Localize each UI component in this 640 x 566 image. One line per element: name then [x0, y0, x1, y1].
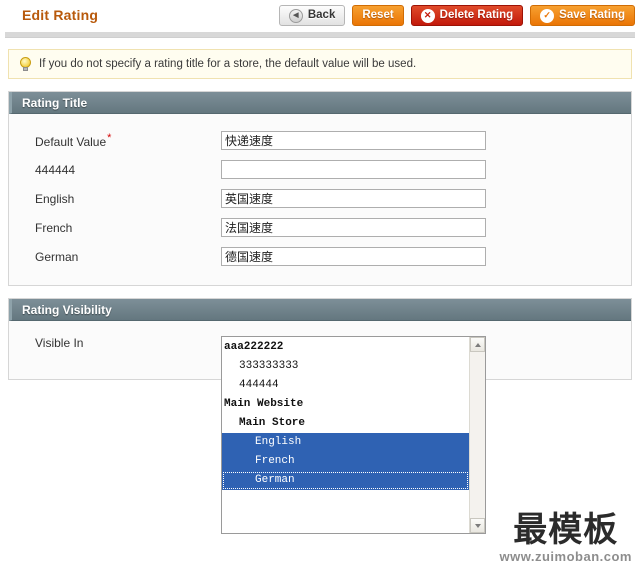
delete-rating-button-label: Delete Rating [439, 8, 514, 21]
watermark: 最模板 www.zuimoban.com [500, 513, 632, 564]
page-header: Edit Rating ◀ Back Reset ✕ Delete Rating… [0, 0, 640, 32]
label-default-value: Default Value* [9, 132, 221, 149]
rating-title-section-label: Rating Title [22, 95, 88, 110]
english-input[interactable] [221, 189, 486, 208]
form-row-french: French [9, 213, 631, 242]
form-row-english: English [9, 184, 631, 213]
listbox-option[interactable]: 333333333 [222, 357, 469, 376]
info-notice: If you do not specify a rating title for… [8, 49, 632, 79]
reset-button[interactable]: Reset [352, 5, 404, 26]
delete-rating-button[interactable]: ✕ Delete Rating [410, 5, 524, 26]
listbox-option[interactable]: Main Website [222, 395, 469, 414]
french-input[interactable] [221, 218, 486, 237]
header-divider [5, 32, 635, 38]
visible-in-option-list[interactable]: aaa222222 333333333 444444 Main Website Main… [222, 337, 469, 533]
rating-title-section-header: Rating Title [9, 92, 631, 114]
label-german: German [35, 249, 79, 264]
german-input[interactable] [221, 247, 486, 266]
listbox-option[interactable]: Main Store [222, 414, 469, 433]
save-rating-button[interactable]: ✓ Save Rating [530, 5, 635, 26]
save-rating-button-label: Save Rating [559, 8, 625, 21]
rating-visibility-section-label: Rating Visibility [22, 302, 112, 317]
label-store-444444: 444444 [35, 162, 76, 177]
back-button-label: Back [307, 8, 336, 21]
listbox-option[interactable]: English [222, 433, 469, 452]
listbox-option[interactable]: 444444 [222, 376, 469, 395]
label-french: French [35, 220, 73, 235]
visible-in-multiselect[interactable]: aaa222222 333333333 444444 Main Website Main… [221, 336, 486, 534]
page-title: Edit Rating [22, 7, 99, 23]
rating-visibility-section-header: Rating Visibility [9, 299, 631, 321]
store-444444-input[interactable] [221, 160, 486, 179]
listbox-option[interactable]: French [222, 452, 469, 471]
reset-button-label: Reset [362, 8, 394, 21]
label-english: English [35, 191, 75, 206]
form-row-default-value: Default Value* [9, 126, 631, 155]
scroll-up-arrow-icon[interactable] [470, 337, 485, 352]
form-row-444444: 444444 [9, 155, 631, 184]
watermark-url: www.zuimoban.com [499, 549, 632, 564]
check-circle-icon: ✓ [540, 8, 555, 23]
back-button[interactable]: ◀ Back [278, 5, 346, 26]
form-row-visible-in: Visible In aaa222222 333333333 444444 Main … [9, 333, 631, 534]
rating-title-section-body: Default Value* 444444 English French Ger… [9, 114, 631, 285]
scroll-down-arrow-icon[interactable] [470, 518, 485, 533]
label-default-value-text: Default Value [35, 135, 107, 149]
rating-title-section: Rating Title Default Value* 444444 Engli… [8, 91, 632, 286]
rating-visibility-section-body: Visible In aaa222222 333333333 444444 Main … [9, 321, 631, 534]
listbox-option[interactable]: German [222, 471, 469, 490]
label-visible-in: Visible In [35, 336, 84, 350]
header-button-group: ◀ Back Reset ✕ Delete Rating ✓ Save Rati… [278, 5, 635, 26]
default-value-input[interactable] [221, 131, 486, 150]
delete-circle-icon: ✕ [420, 8, 435, 23]
back-arrow-icon: ◀ [288, 8, 303, 23]
info-notice-text: If you do not specify a rating title for… [39, 58, 417, 70]
watermark-text: 最模板 [513, 510, 619, 550]
visible-in-scrollbar[interactable] [469, 337, 485, 533]
lightbulb-icon [19, 56, 32, 72]
required-marker: * [107, 132, 112, 144]
rating-visibility-section: Rating Visibility Visible In aaa222222 33… [8, 298, 632, 534]
listbox-option[interactable]: aaa222222 [222, 338, 469, 357]
form-row-german: German [9, 242, 631, 271]
